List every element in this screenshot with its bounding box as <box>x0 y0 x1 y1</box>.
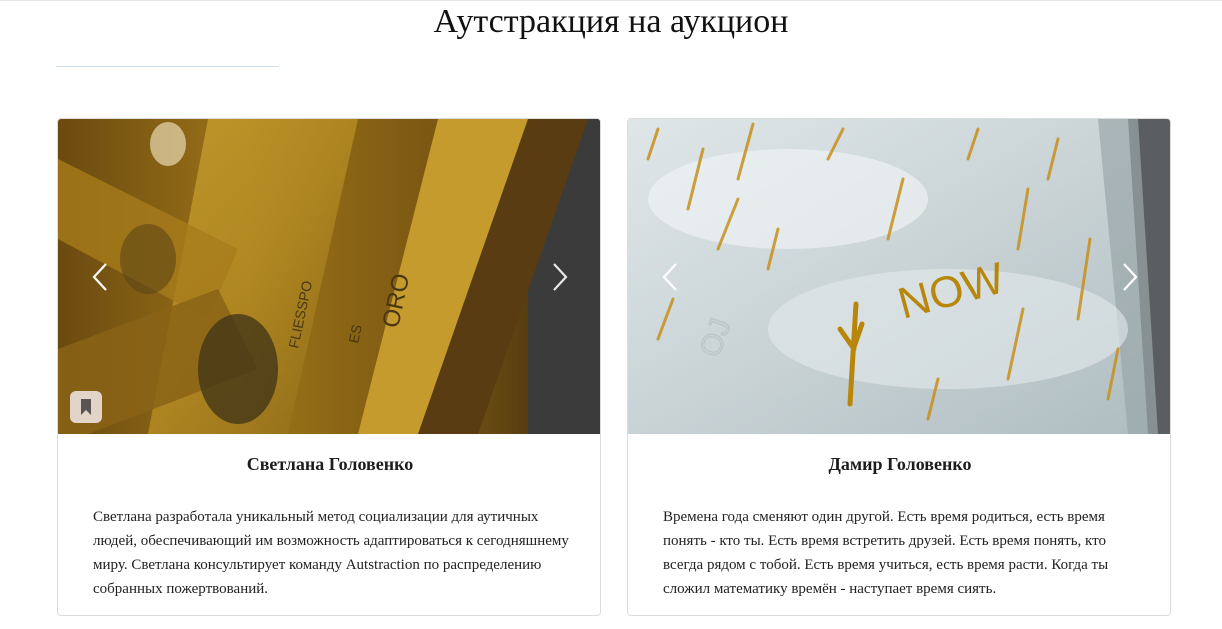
artwork-photo-carousel[interactable]: NOW OJ <box>628 119 1170 434</box>
chevron-left-icon <box>92 263 107 291</box>
artist-name: Дамир Головенко <box>828 454 972 474</box>
artwork-card: FLIESSPO ES ORO Светлана Головенко Светл… <box>57 118 601 616</box>
artist-description: Времена года сменяют один другой. Есть в… <box>663 509 1109 597</box>
artist-description: Светлана разработала уникальный метод со… <box>93 509 569 597</box>
chevron-left-icon <box>662 263 677 291</box>
carousel-prev-button[interactable] <box>88 261 112 293</box>
page-title: Аутстракция на аукцион <box>433 3 789 40</box>
artwork-image: FLIESSPO ES ORO <box>58 119 600 434</box>
artwork-card: NOW OJ Дамир Головенко Времена года смен… <box>627 118 1171 616</box>
carousel-next-button[interactable] <box>548 261 572 293</box>
carousel-next-button[interactable] <box>1118 261 1142 293</box>
artwork-image: NOW OJ <box>628 119 1170 434</box>
chevron-right-icon <box>553 263 568 291</box>
carousel-prev-button[interactable] <box>658 261 682 293</box>
bookmark-button[interactable] <box>70 391 102 423</box>
bookmark-icon <box>81 399 91 415</box>
artwork-photo-carousel[interactable]: FLIESSPO ES ORO <box>58 119 600 434</box>
top-divider <box>0 0 1222 1</box>
artist-name: Светлана Головенко <box>246 454 414 474</box>
chevron-right-icon <box>1123 263 1138 291</box>
title-underline <box>56 66 279 67</box>
